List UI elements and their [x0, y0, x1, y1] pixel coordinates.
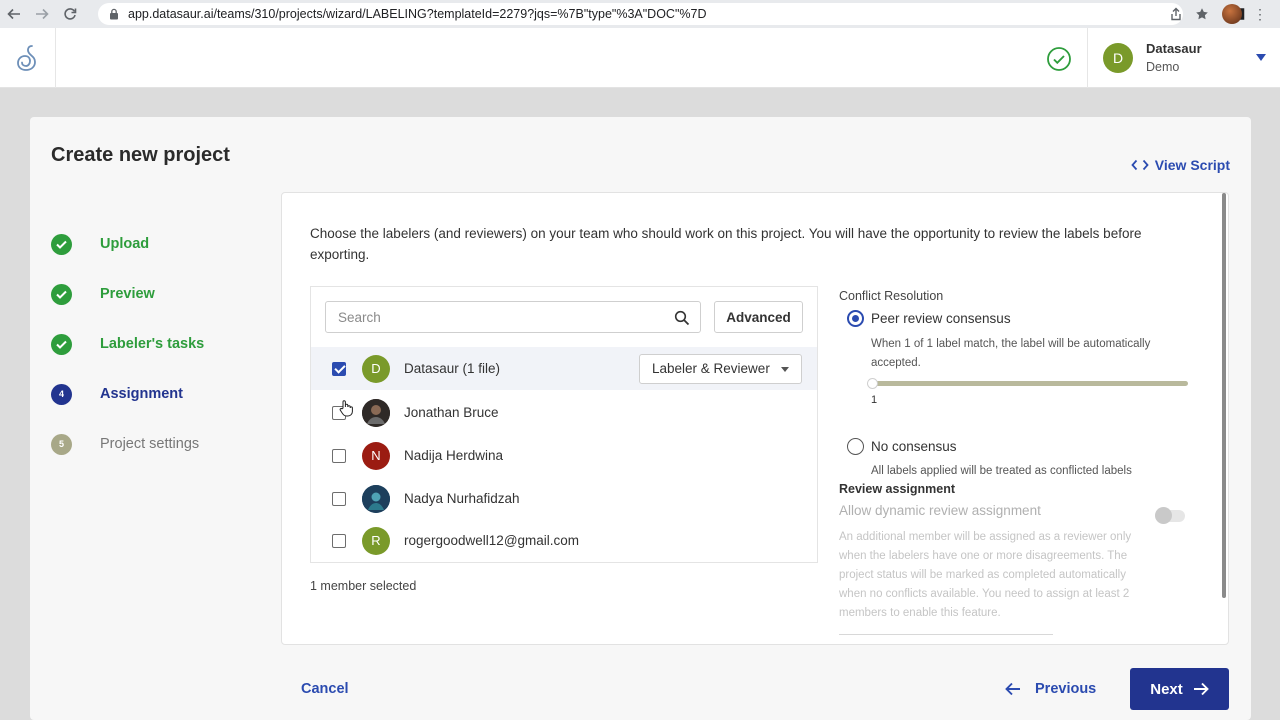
search-placeholder: Search: [338, 309, 381, 325]
member-checkbox[interactable]: [332, 361, 346, 376]
browser-toolbar: app.datasaur.ai/teams/310/projects/wizar…: [0, 0, 1280, 28]
conflict-resolution-title: Conflict Resolution: [839, 289, 944, 303]
consensus-slider[interactable]: [873, 381, 1188, 386]
role-select[interactable]: Labeler & Reviewer: [639, 353, 802, 384]
step-upload[interactable]: Upload: [51, 219, 204, 269]
member-row[interactable]: D Datasaur (1 file) Labeler & Reviewer: [311, 347, 817, 390]
assignment-intro: Choose the labelers (and reviewers) on y…: [310, 226, 1142, 262]
step-label: Labeler's tasks: [100, 336, 205, 352]
no-consensus-radio[interactable]: [847, 437, 864, 455]
member-row[interactable]: R rogergoodwell12@gmail.com: [311, 519, 817, 562]
member-avatar-photo: [362, 398, 390, 427]
step-label: Upload: [100, 236, 150, 252]
peer-review-option[interactable]: Peer review consensus: [839, 307, 1199, 329]
dynamic-review-label: Allow dynamic review assignment: [839, 503, 1041, 518]
reload-icon[interactable]: [56, 0, 84, 28]
search-icon[interactable]: [674, 310, 690, 326]
member-list: Search Advanced D Datasaur (1 file) Labe…: [310, 286, 818, 563]
cancel-button[interactable]: Cancel: [301, 681, 349, 697]
app-header: D Datasaur Demo: [0, 28, 1280, 88]
step-preview[interactable]: Preview: [51, 269, 204, 319]
step-label: Preview: [100, 286, 155, 302]
address-bar[interactable]: app.datasaur.ai/teams/310/projects/wizar…: [98, 3, 1183, 25]
user-avatar: D: [1103, 43, 1133, 73]
panel-scrollbar[interactable]: [1222, 193, 1226, 598]
conflict-resolution: Conflict Resolution Peer review consensu…: [839, 289, 1199, 635]
section-divider: [839, 634, 1053, 635]
step-check-icon: [51, 333, 72, 355]
member-name: Jonathan Bruce: [404, 405, 499, 420]
peer-review-label: Peer review consensus: [871, 310, 1011, 326]
caret-down-icon[interactable]: [1256, 54, 1266, 61]
hand-cursor-icon: [339, 400, 353, 417]
user-team: Demo: [1146, 60, 1180, 74]
previous-button[interactable]: Previous: [1005, 681, 1096, 697]
view-script-label: View Script: [1154, 157, 1230, 173]
dynamic-review-description: An additional member will be assigned as…: [839, 531, 1132, 619]
assignment-panel: Choose the labelers (and reviewers) on y…: [281, 192, 1229, 645]
more-vertical-icon[interactable]: ⋮: [1250, 4, 1270, 24]
no-consensus-help: All labels applied will be treated as co…: [871, 465, 1132, 477]
member-row[interactable]: Jonathan Bruce: [311, 391, 817, 434]
lock-icon: [110, 8, 118, 20]
advanced-button[interactable]: Advanced: [714, 301, 803, 333]
member-name: Datasaur (1 file): [404, 361, 501, 376]
selected-member-count: 1 member selected: [310, 579, 417, 593]
forward-icon[interactable]: [28, 0, 56, 28]
step-label: Assignment: [100, 386, 183, 402]
arrow-left-icon: [1005, 682, 1020, 696]
member-name: Nadija Herdwina: [404, 448, 504, 463]
member-avatar: R: [362, 526, 390, 555]
role-select-value: Labeler & Reviewer: [652, 361, 770, 376]
member-checkbox[interactable]: [332, 448, 346, 463]
step-check-icon: [51, 233, 72, 255]
member-avatar: N: [362, 441, 390, 470]
dynamic-review-toggle[interactable]: [1155, 507, 1185, 524]
url-text: app.datasaur.ai/teams/310/projects/wizar…: [128, 7, 707, 21]
consensus-slider-handle[interactable]: [867, 378, 878, 389]
page-title: Create new project: [51, 144, 230, 166]
step-number: 5: [51, 433, 72, 455]
code-icon: [1131, 159, 1149, 171]
step-assignment[interactable]: 4 Assignment: [51, 369, 204, 419]
consensus-slider-value: 1: [871, 394, 878, 406]
peer-review-help: When 1 of 1 label match, the label will …: [871, 338, 1151, 369]
member-avatar: D: [362, 354, 390, 383]
member-search-input[interactable]: Search: [325, 301, 701, 333]
browser-profile-avatar[interactable]: [1222, 4, 1242, 24]
user-name: Datasaur: [1146, 41, 1202, 56]
member-avatar-photo: [362, 484, 390, 513]
next-button[interactable]: Next: [1130, 668, 1229, 710]
view-script-link[interactable]: View Script: [1131, 157, 1230, 173]
step-project-settings[interactable]: 5 Project settings: [51, 419, 204, 469]
step-label: Project settings: [100, 436, 200, 452]
step-check-icon: [51, 283, 72, 305]
member-checkbox[interactable]: [332, 491, 346, 506]
member-name: rogergoodwell12@gmail.com: [404, 533, 580, 548]
peer-review-radio[interactable]: [847, 309, 864, 327]
wizard-steps: Upload Preview Labeler's tasks 4 Assignm…: [51, 219, 204, 469]
no-consensus-label: No consensus: [871, 438, 957, 454]
member-row[interactable]: Nadya Nurhafidzah: [311, 477, 817, 520]
member-name: Nadya Nurhafidzah: [404, 491, 520, 506]
member-row[interactable]: N Nadija Herdwina: [311, 434, 817, 477]
user-menu[interactable]: D Datasaur Demo: [1087, 28, 1280, 88]
share-icon[interactable]: [1168, 6, 1184, 22]
project-wizard-card: Create new project View Script Upload Pr…: [30, 117, 1251, 720]
arrow-right-icon: [1193, 682, 1209, 696]
next-label: Next: [1150, 680, 1183, 698]
saved-status-icon: [1046, 46, 1072, 72]
caret-down-icon: [781, 366, 789, 372]
bookmark-star-icon[interactable]: [1194, 6, 1210, 22]
member-checkbox[interactable]: [332, 533, 346, 548]
datasaur-logo[interactable]: [0, 28, 56, 88]
no-consensus-option[interactable]: No consensus: [839, 435, 1199, 457]
step-number: 4: [51, 383, 72, 405]
datasaur-logo-icon: [16, 45, 36, 71]
previous-label: Previous: [1035, 681, 1097, 697]
back-icon[interactable]: [0, 0, 28, 28]
step-labelers-tasks[interactable]: Labeler's tasks: [51, 319, 204, 369]
review-assignment-title: Review assignment: [839, 482, 956, 496]
